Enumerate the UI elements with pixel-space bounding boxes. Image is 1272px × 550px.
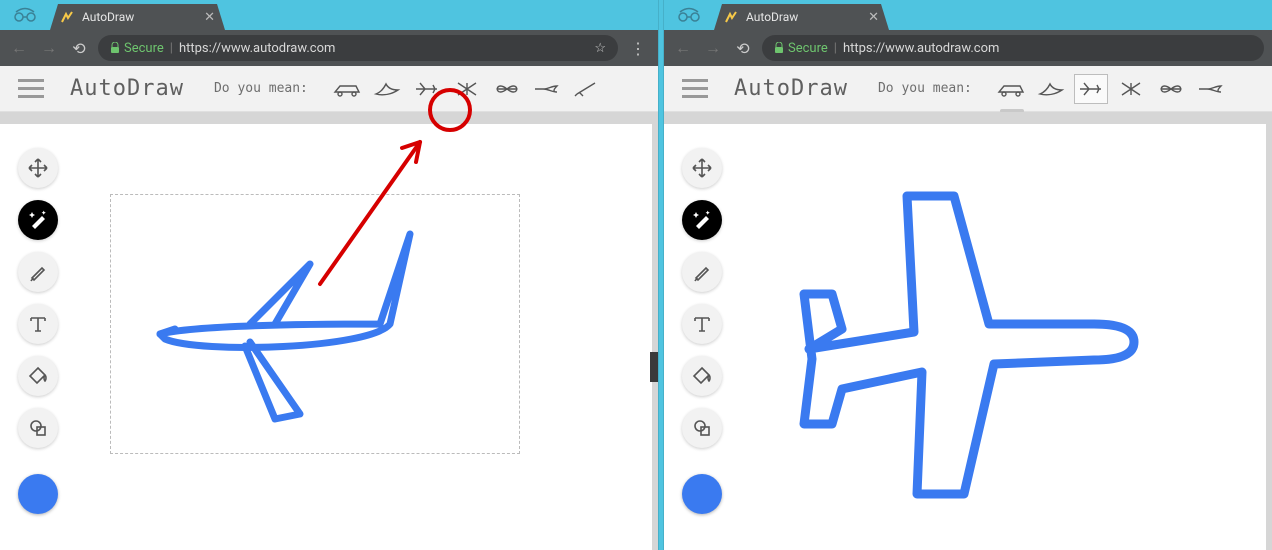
menu-hamburger-icon[interactable] [682, 74, 712, 104]
menu-hamburger-icon[interactable] [18, 74, 48, 104]
tab-title: AutoDraw [746, 10, 798, 24]
suggestion-label: Do you mean: [214, 81, 308, 96]
tool-shape[interactable] [682, 408, 722, 448]
suggestion-mosquito[interactable] [1114, 74, 1148, 104]
forward-button[interactable]: → [702, 37, 724, 59]
tool-fill[interactable] [682, 356, 722, 396]
suggestion-sword[interactable] [570, 74, 604, 104]
bookmark-star-icon[interactable]: ☆ [594, 41, 606, 56]
scrollbar-thumb[interactable] [650, 352, 658, 382]
url-text: https://www.autodraw.com [179, 41, 335, 56]
suggestion-dragonfly[interactable] [490, 74, 524, 104]
address-bar: ← → ⟲ Secure | https://www.autodraw.com … [0, 30, 658, 66]
browser-window-right: — ☐ AutoDraw ✕ ← → ⟲ Secure | https://ww… [664, 0, 1272, 550]
suggestion-bird[interactable] [1034, 74, 1068, 104]
tool-draw[interactable] [682, 252, 722, 292]
tab-favicon [724, 10, 738, 24]
app-header: AutoDraw Do you mean: [664, 66, 1272, 112]
browser-tab[interactable]: AutoDraw ✕ [50, 4, 225, 30]
back-button[interactable]: ← [672, 37, 694, 59]
incognito-icon [664, 0, 714, 30]
tool-color[interactable] [682, 474, 722, 514]
canvas[interactable] [0, 124, 652, 550]
canvas[interactable] [664, 124, 1266, 550]
browser-tab[interactable]: AutoDraw ✕ [714, 4, 889, 30]
suggestion-row [994, 74, 1228, 104]
suggestion-car[interactable] [994, 74, 1028, 104]
app-header: AutoDraw Do you mean: [0, 66, 658, 112]
suggestion-label: Do you mean: [878, 81, 972, 96]
canvas-zone [664, 112, 1272, 550]
forward-button[interactable]: → [38, 37, 60, 59]
secure-badge: Secure [774, 41, 828, 56]
tool-move[interactable] [682, 148, 722, 188]
incognito-icon [0, 0, 50, 30]
back-button[interactable]: ← [8, 37, 30, 59]
tab-title: AutoDraw [82, 10, 134, 24]
secure-badge: Secure [110, 41, 164, 56]
app-title: AutoDraw [70, 76, 184, 101]
browser-window-left: — ☐ ✕ AutoDraw ✕ ← → ⟲ Secure | https://… [0, 0, 658, 550]
omnibox[interactable]: Secure | https://www.autodraw.com [762, 35, 1264, 61]
suggestion-swordfish[interactable] [1194, 74, 1228, 104]
suggestion-airplane[interactable] [1074, 74, 1108, 104]
address-bar: ← → ⟲ Secure | https://www.autodraw.com [664, 30, 1272, 66]
omnibox[interactable]: Secure | https://www.autodraw.com ☆ [98, 35, 618, 61]
url-text: https://www.autodraw.com [843, 41, 999, 56]
tool-autodraw[interactable] [682, 200, 722, 240]
annotation-arrow [0, 124, 640, 544]
tab-favicon [60, 10, 74, 24]
autodraw-airplane[interactable] [664, 124, 1264, 544]
suggestion-dragonfly[interactable] [1154, 74, 1188, 104]
tab-close-icon[interactable]: ✕ [204, 10, 215, 25]
tool-sidebar [682, 148, 722, 514]
browser-menu-button[interactable]: ⋮ [626, 39, 650, 58]
tab-strip: AutoDraw ✕ [0, 0, 658, 30]
suggestion-car[interactable] [330, 74, 364, 104]
reload-button[interactable]: ⟲ [732, 37, 754, 59]
lock-icon [110, 42, 120, 54]
tool-text[interactable] [682, 304, 722, 344]
canvas-zone [0, 112, 658, 550]
tab-close-icon[interactable]: ✕ [868, 10, 879, 25]
app-title: AutoDraw [734, 76, 848, 101]
suggestion-swordfish[interactable] [530, 74, 564, 104]
reload-button[interactable]: ⟲ [68, 37, 90, 59]
lock-icon [774, 42, 784, 54]
suggestion-bird[interactable] [370, 74, 404, 104]
tab-strip: AutoDraw ✕ [664, 0, 1272, 30]
